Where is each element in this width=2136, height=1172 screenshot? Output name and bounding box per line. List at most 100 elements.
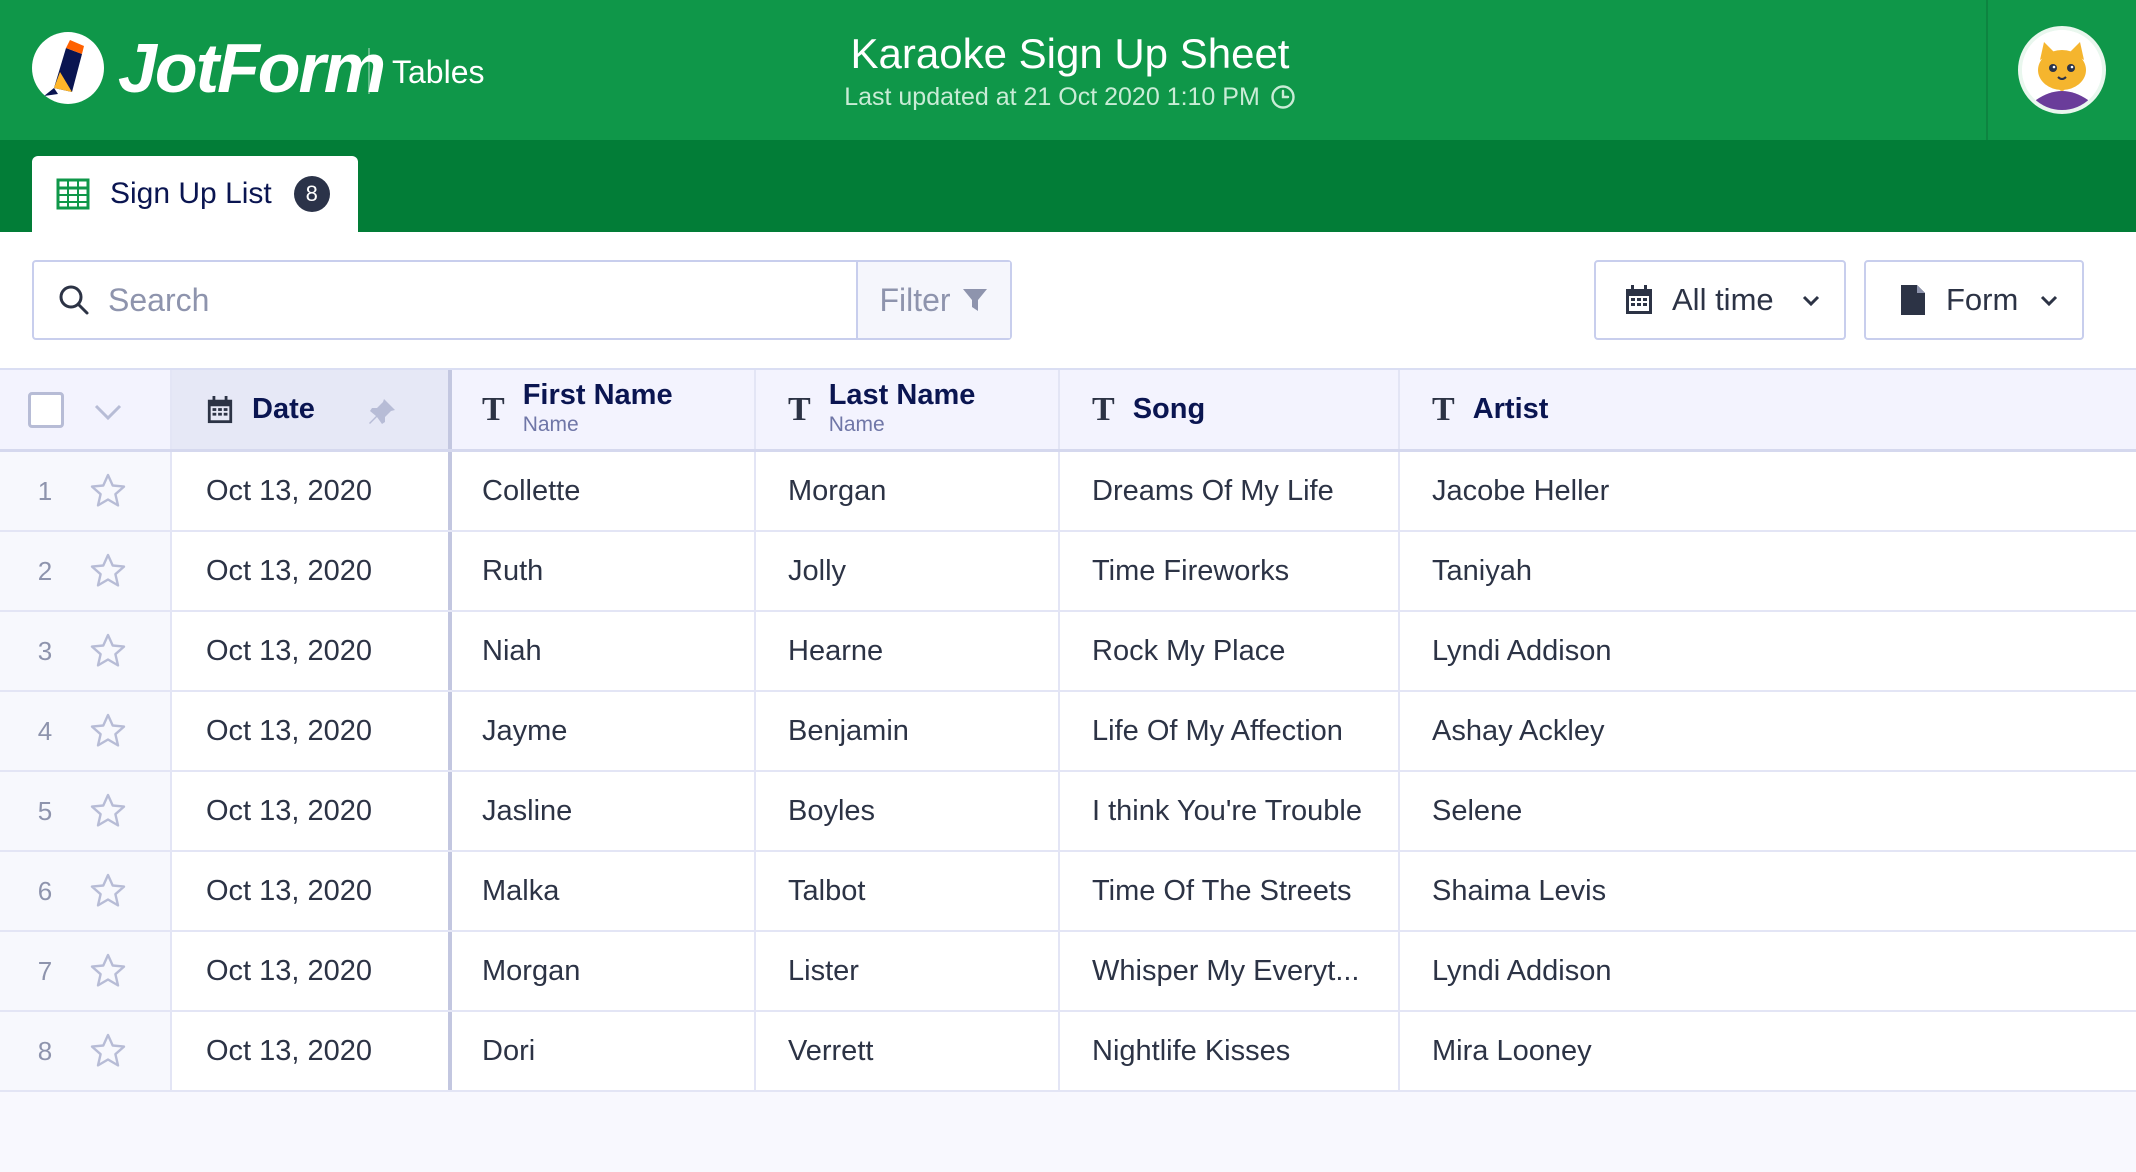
cell-song[interactable]: Life Of My Affection (1060, 692, 1400, 770)
cell-date[interactable]: Oct 13, 2020 (172, 692, 452, 770)
star-icon[interactable] (88, 791, 128, 831)
cell-artist[interactable]: Selene (1400, 772, 2136, 850)
tab-sign-up-list[interactable]: Sign Up List 8 (32, 156, 358, 232)
row-select-cell: 2 (0, 532, 172, 610)
cell-first-name[interactable]: Dori (452, 1012, 756, 1090)
cell-last-name[interactable]: Verrett (756, 1012, 1060, 1090)
row-number: 7 (37, 955, 53, 986)
cell-song[interactable]: Whisper My Everyt... (1060, 932, 1400, 1010)
cell-date[interactable]: Oct 13, 2020 (172, 932, 452, 1010)
cell-first-name[interactable]: Ruth (452, 532, 756, 610)
star-icon[interactable] (88, 631, 128, 671)
row-select-cell: 8 (0, 1012, 172, 1090)
cell-first-name[interactable]: Malka (452, 852, 756, 930)
cell-last-name[interactable]: Benjamin (756, 692, 1060, 770)
cell-date[interactable]: Oct 13, 2020 (172, 452, 452, 530)
table-header-row: Date T First Name Name T Last Name Name … (0, 368, 2136, 452)
select-all-checkbox[interactable] (28, 392, 64, 428)
table-row[interactable]: 3 Oct 13, 2020 Niah Hearne Rock My Place Lynd… (0, 612, 2136, 692)
cell-first-name[interactable]: Jayme (452, 692, 756, 770)
row-number: 3 (37, 635, 53, 666)
column-header-first-name[interactable]: T First Name Name (452, 370, 756, 449)
logo-wordmark: JotForm (118, 29, 386, 107)
table-row[interactable]: 4 Oct 13, 2020 Jayme Benjamin Life Of My Aff… (0, 692, 2136, 772)
table-row[interactable]: 5 Oct 13, 2020 Jasline Boyles I think You're… (0, 772, 2136, 852)
form-dropdown[interactable]: Form (1864, 260, 2084, 340)
text-type-icon: T (788, 390, 811, 428)
row-select-cell: 5 (0, 772, 172, 850)
table-row[interactable]: 1 Oct 13, 2020 Collette Morgan Dreams Of My … (0, 452, 2136, 532)
jotform-logo[interactable]: JotForm (32, 29, 386, 107)
cell-song[interactable]: I think You're Trouble (1060, 772, 1400, 850)
star-icon[interactable] (88, 951, 128, 991)
column-header-song[interactable]: T Song (1060, 370, 1400, 449)
tab-count-badge: 8 (293, 176, 330, 212)
cell-artist[interactable]: Shaima Levis (1400, 852, 2136, 930)
row-number: 4 (37, 715, 53, 746)
table-row[interactable]: 6 Oct 13, 2020 Malka Talbot Time Of The Stre… (0, 852, 2136, 932)
column-sublabel-last-name: Name (828, 412, 885, 436)
search-input[interactable] (108, 270, 856, 330)
cell-date[interactable]: Oct 13, 2020 (172, 612, 452, 690)
cell-song[interactable]: Time Of The Streets (1060, 852, 1400, 930)
cell-date[interactable]: Oct 13, 2020 (172, 532, 452, 610)
star-icon[interactable] (88, 871, 128, 911)
avatar-cat-icon (2022, 30, 2102, 110)
cell-first-name[interactable]: Collette (452, 452, 756, 530)
cell-artist[interactable]: Lyndi Addison (1400, 932, 2136, 1010)
calendar-icon (207, 395, 233, 423)
chevron-down-icon[interactable] (90, 400, 126, 424)
document-icon (1901, 285, 1925, 315)
pin-icon[interactable] (366, 396, 398, 428)
cell-song[interactable]: Rock My Place (1060, 612, 1400, 690)
cell-first-name[interactable]: Morgan (452, 932, 756, 1010)
table-row[interactable]: 2 Oct 13, 2020 Ruth Jolly Time Fireworks Tani… (0, 532, 2136, 612)
column-header-date[interactable]: Date (172, 370, 452, 449)
date-range-label: All time (1672, 282, 1774, 317)
table-row[interactable]: 7 Oct 13, 2020 Morgan Lister Whisper My Ever… (0, 932, 2136, 1012)
cell-date[interactable]: Oct 13, 2020 (172, 772, 452, 850)
cell-last-name[interactable]: Morgan (756, 452, 1060, 530)
star-icon[interactable] (88, 1031, 128, 1071)
cell-date[interactable]: Oct 13, 2020 (172, 1012, 452, 1090)
date-range-dropdown[interactable]: All time (1594, 260, 1846, 340)
cell-last-name[interactable]: Talbot (756, 852, 1060, 930)
cell-artist[interactable]: Ashay Ackley (1400, 692, 2136, 770)
cell-artist[interactable]: Mira Looney (1400, 1012, 2136, 1090)
text-type-icon: T (1092, 390, 1115, 428)
column-label-first-name: First Name (522, 378, 673, 411)
cell-artist[interactable]: Taniyah (1400, 532, 2136, 610)
cell-last-name[interactable]: Boyles (756, 772, 1060, 850)
cell-date[interactable]: Oct 13, 2020 (172, 852, 452, 930)
cell-song[interactable]: Nightlife Kisses (1060, 1012, 1400, 1090)
table-row[interactable]: 8 Oct 13, 2020 Dori Verrett Nightlife Kisses… (0, 1012, 2136, 1092)
text-type-icon: T (482, 390, 505, 428)
cell-last-name[interactable]: Hearne (756, 612, 1060, 690)
cell-artist[interactable]: Jacobe Heller (1400, 452, 2136, 530)
cell-first-name[interactable]: Niah (452, 612, 756, 690)
star-icon[interactable] (88, 711, 128, 751)
column-label-last-name: Last Name (828, 378, 976, 411)
cell-last-name[interactable]: Jolly (756, 532, 1060, 610)
page-title[interactable]: Karaoke Sign Up Sheet (700, 28, 1440, 80)
cell-artist[interactable]: Lyndi Addison (1400, 612, 2136, 690)
cell-song[interactable]: Time Fireworks (1060, 532, 1400, 610)
table-grid-icon (56, 178, 90, 210)
column-header-artist[interactable]: T Artist (1400, 370, 2136, 449)
row-select-cell: 6 (0, 852, 172, 930)
last-updated-text: Last updated at 21 Oct 2020 1:10 PM (844, 83, 1260, 111)
row-number: 1 (37, 475, 53, 506)
filter-button[interactable]: Filter (856, 262, 1010, 338)
cell-last-name[interactable]: Lister (756, 932, 1060, 1010)
clock-icon[interactable] (1270, 84, 1296, 110)
column-header-last-name[interactable]: T Last Name Name (756, 370, 1060, 449)
form-label: Form (1946, 282, 2019, 317)
star-icon[interactable] (88, 551, 128, 591)
row-select-cell: 7 (0, 932, 172, 1010)
star-icon[interactable] (88, 471, 128, 511)
avatar[interactable] (2018, 26, 2106, 114)
column-label-artist: Artist (1472, 393, 1549, 425)
product-name: Tables (392, 54, 485, 90)
cell-song[interactable]: Dreams Of My Life (1060, 452, 1400, 530)
cell-first-name[interactable]: Jasline (452, 772, 756, 850)
